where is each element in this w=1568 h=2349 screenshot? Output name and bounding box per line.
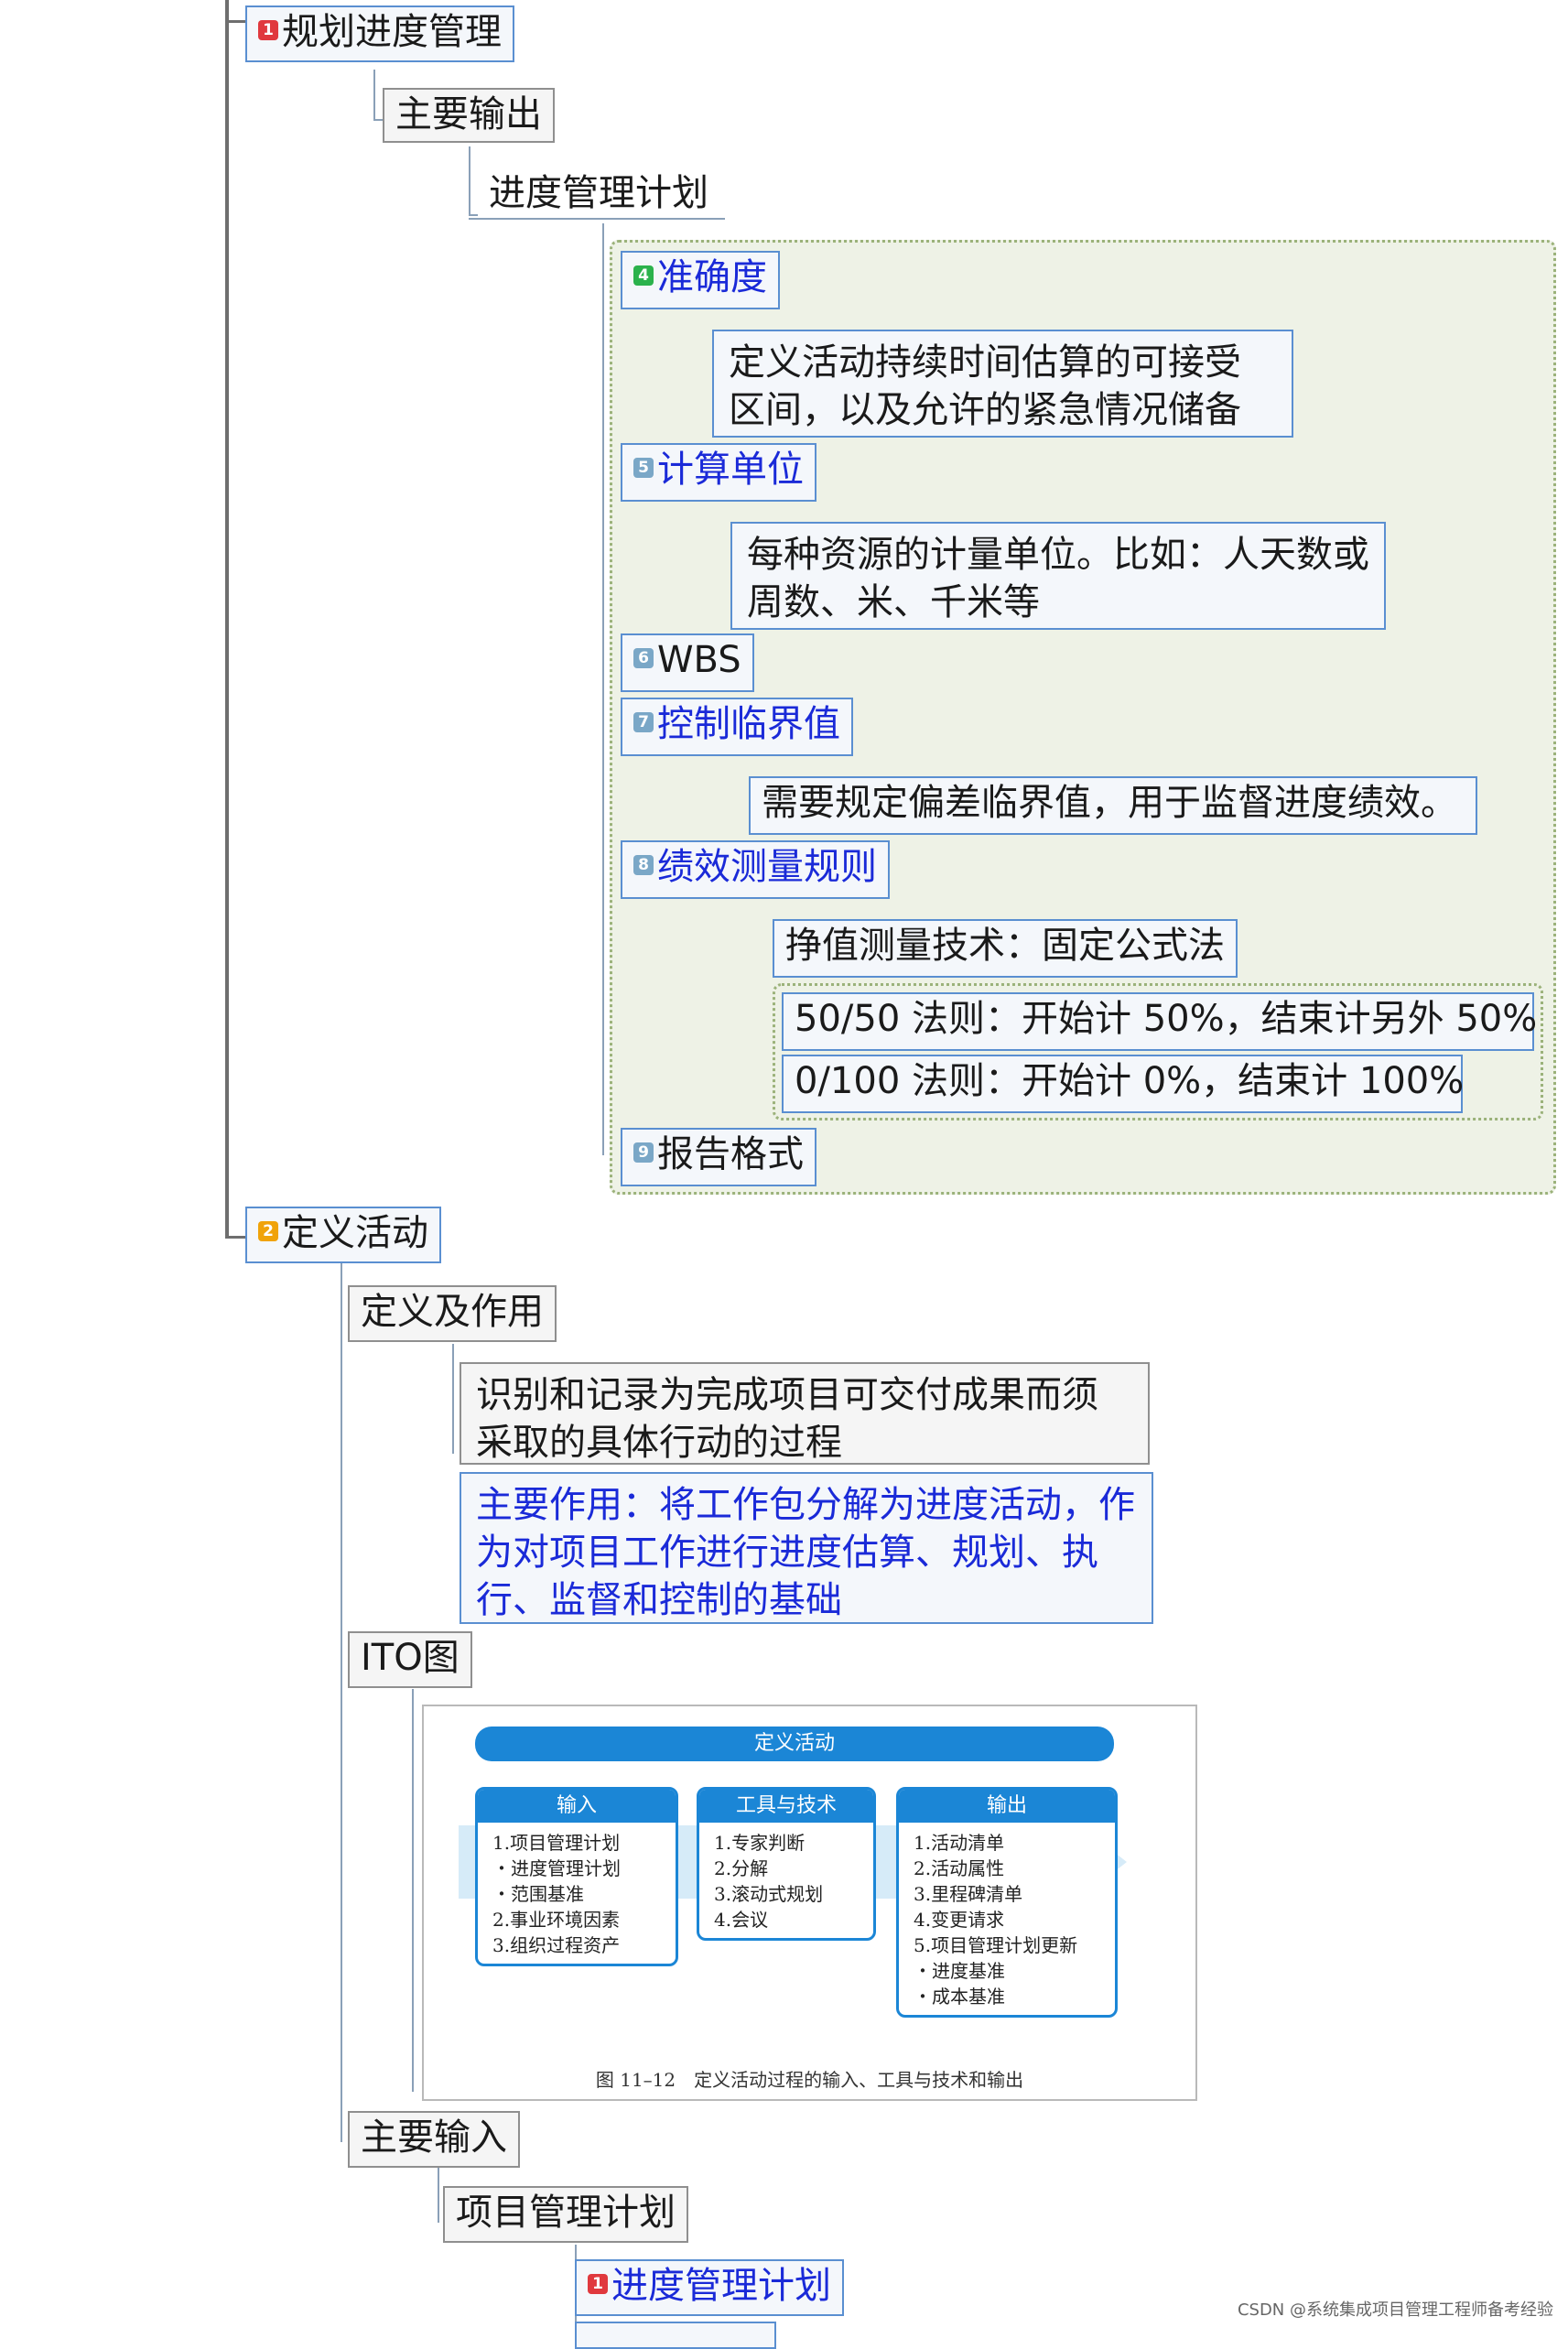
priority-1-icon: 1 (588, 2274, 608, 2294)
node-label: 定义活动持续时间估算的可接受区间，以及允许的紧急情况储备 (729, 341, 1241, 431)
node-control-threshold-description[interactable]: 需要规定偏差临界值，用于监督进度绩效。 (749, 776, 1477, 835)
main-spine (225, 0, 229, 1238)
node-project-management-plan[interactable]: 项目管理计划 (443, 2186, 688, 2243)
ito-output-box: 输出 1.活动清单 2.活动属性 3.里程碑清单 4.变更请求 5.项目管理计划… (896, 1787, 1118, 2018)
connector (373, 70, 375, 121)
connector (412, 1689, 414, 2092)
ito-input-box: 输入 1.项目管理计划 ・进度管理计划 ・范围基准 2.事业环境因素 3.组织过… (475, 1787, 678, 1966)
ito-output-item: 5.项目管理计划更新 (914, 1934, 1078, 1956)
node-performance-measurement-rules[interactable]: 8 绩效测量规则 (621, 840, 890, 899)
ito-output-item: ・成本基准 (914, 1986, 1005, 2008)
ito-output-item: 3.里程碑清单 (914, 1883, 1023, 1905)
ito-tools-item: 4.会议 (714, 1909, 769, 1931)
priority-6-icon: 6 (633, 648, 654, 668)
connector (438, 2168, 439, 2223)
ito-input-item: 3.组织过程资产 (492, 1934, 621, 1956)
ito-tools-title: 工具与技术 (699, 1790, 873, 1823)
connector (373, 119, 383, 121)
ito-input-item: 1.项目管理计划 (492, 1832, 621, 1854)
node-label: 进度管理计划 (611, 2265, 831, 2307)
spine-branch-2 (225, 1236, 245, 1239)
node-schedule-management-plan[interactable]: 进度管理计划 (469, 165, 725, 220)
node-label: 定义及作用 (361, 1291, 544, 1333)
node-accuracy-description[interactable]: 定义活动持续时间估算的可接受区间，以及允许的紧急情况储备 (712, 330, 1293, 438)
spine-branch-1 (225, 20, 245, 23)
ito-input-item: ・范围基准 (492, 1883, 584, 1905)
node-control-thresholds[interactable]: 7 控制临界值 (621, 698, 853, 756)
ito-output-item: ・进度基准 (914, 1960, 1005, 1982)
priority-9-icon: 9 (633, 1142, 654, 1163)
node-ito-chart[interactable]: ITO图 (348, 1631, 472, 1688)
node-label: 需要规定偏差临界值，用于监督进度绩效。 (762, 782, 1457, 824)
node-definition-description[interactable]: 识别和记录为完成项目可交付成果而须采取的具体行动的过程 (460, 1362, 1150, 1465)
node-label: 报告格式 (657, 1133, 804, 1175)
node-reporting-formats[interactable]: 9 报告格式 (621, 1128, 816, 1186)
node-label: 进度管理计划 (489, 172, 708, 214)
ito-header: 定义活动 (475, 1727, 1114, 1761)
node-define-activities[interactable]: 2 定义活动 (245, 1207, 441, 1263)
connector (602, 223, 604, 1155)
node-label: WBS (657, 639, 741, 681)
node-unit-of-measure[interactable]: 5 计算单位 (621, 443, 816, 502)
ito-input-title: 输入 (478, 1790, 676, 1823)
ito-output-item: 1.活动清单 (914, 1832, 1005, 1854)
priority-5-icon: 5 (633, 458, 654, 478)
node-label: 绩效测量规则 (657, 846, 877, 888)
ito-tools-item: 1.专家判断 (714, 1832, 806, 1854)
node-partial-next[interactable] (575, 2322, 776, 2349)
node-main-role-description[interactable]: 主要作用：将工作包分解为进度活动，作为对项目工作进行进度估算、规划、执行、监督和… (460, 1472, 1153, 1624)
node-label: 主要输入 (361, 2116, 507, 2159)
node-label: 计算单位 (657, 449, 804, 491)
node-definition-and-role[interactable]: 定义及作用 (348, 1285, 557, 1342)
node-label: 定义活动 (282, 1212, 428, 1254)
node-label: ITO图 (361, 1637, 460, 1679)
connector (341, 1263, 342, 2142)
ito-caption: 图 11–12 定义活动过程的输入、工具与技术和输出 (595, 2069, 1024, 2091)
node-rule-50-50[interactable]: 50/50 法则：开始计 50%，结束计另外 50% (782, 992, 1538, 1051)
ito-input-item: ・进度管理计划 (492, 1857, 621, 1879)
ito-output-item: 2.活动属性 (914, 1857, 1005, 1879)
ito-output-title: 输出 (899, 1790, 1115, 1823)
node-label: 项目管理计划 (456, 2192, 676, 2234)
ito-tools-box: 工具与技术 1.专家判断 2.分解 3.滚动式规划 4.会议 (697, 1787, 876, 1941)
watermark: CSDN @系统集成项目管理工程师备考经验 (1237, 2300, 1553, 2320)
node-accuracy[interactable]: 4 准确度 (621, 251, 780, 309)
node-label: 50/50 法则：开始计 50%，结束计另外 50% (795, 998, 1538, 1040)
node-label: 0/100 法则：开始计 0%，结束计 100% (795, 1060, 1465, 1102)
node-main-input[interactable]: 主要输入 (348, 2111, 520, 2168)
node-label: 主要输出 (395, 93, 542, 135)
node-wbs[interactable]: 6 WBS (621, 633, 754, 692)
ito-output-item: 4.变更请求 (914, 1909, 1005, 1931)
ito-output-list: 1.活动清单 2.活动属性 3.里程碑清单 4.变更请求 5.项目管理计划更新 … (899, 1823, 1115, 2015)
node-main-output[interactable]: 主要输出 (383, 88, 555, 143)
ito-tools-item: 3.滚动式规划 (714, 1883, 824, 1905)
node-label: 每种资源的计量单位。比如：人天数或周数、米、千米等 (747, 534, 1369, 623)
priority-4-icon: 4 (633, 265, 654, 286)
node-earned-value-technique[interactable]: 挣值测量技术：固定公式法 (773, 919, 1238, 978)
node-label: 控制临界值 (657, 703, 840, 745)
node-plan-schedule-management[interactable]: 1 规划进度管理 (245, 5, 514, 62)
node-schedule-management-plan-2[interactable]: 1 进度管理计划 (575, 2259, 844, 2316)
node-label: 准确度 (657, 256, 767, 298)
priority-8-icon: 8 (633, 855, 654, 875)
ito-tools-list: 1.专家判断 2.分解 3.滚动式规划 4.会议 (699, 1823, 873, 1938)
ito-figure: 定义活动 输入 1.项目管理计划 ・进度管理计划 ・范围基准 2.事业环境因素 … (422, 1705, 1197, 2101)
priority-7-icon: 7 (633, 712, 654, 732)
node-label: 挣值测量技术：固定公式法 (785, 925, 1225, 967)
priority-2-icon: 2 (258, 1221, 278, 1241)
node-unit-description[interactable]: 每种资源的计量单位。比如：人天数或周数、米、千米等 (730, 522, 1386, 630)
node-label: 规划进度管理 (282, 11, 502, 53)
node-rule-0-100[interactable]: 0/100 法则：开始计 0%，结束计 100% (782, 1055, 1465, 1113)
ito-tools-item: 2.分解 (714, 1857, 769, 1879)
priority-1-icon: 1 (258, 20, 278, 40)
ito-input-list: 1.项目管理计划 ・进度管理计划 ・范围基准 2.事业环境因素 3.组织过程资产 (478, 1823, 676, 1964)
connector (452, 1344, 454, 1454)
node-label: 主要作用：将工作包分解为进度活动，作为对项目工作进行进度估算、规划、执行、监督和… (476, 1484, 1135, 1621)
ito-input-item: 2.事业环境因素 (492, 1909, 621, 1931)
node-label: 识别和记录为完成项目可交付成果而须采取的具体行动的过程 (476, 1374, 1098, 1464)
